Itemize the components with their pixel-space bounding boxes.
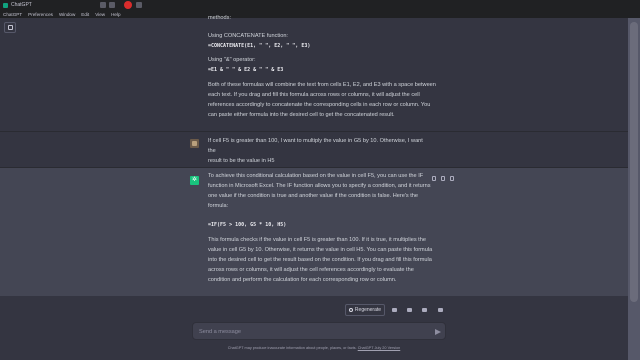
send-icon xyxy=(435,329,441,335)
message-line: can paste either formula into the desire… xyxy=(208,112,395,118)
code-formula: =CONCATENATE(E1, " ", E2, " ", E3) xyxy=(208,43,311,49)
message-line: Both of these formulas will combine the … xyxy=(208,82,436,88)
send-button[interactable] xyxy=(433,327,443,337)
sidebar-toggle-button[interactable] xyxy=(4,22,16,33)
message-composer xyxy=(192,322,446,340)
message-line: function in Microsoft Excel. The IF func… xyxy=(208,183,431,189)
thumbs-down-icon xyxy=(449,176,454,181)
menu-item-window[interactable]: Window xyxy=(59,12,75,17)
toolbar-icon[interactable] xyxy=(136,2,142,8)
regenerate-button[interactable]: Regenerate xyxy=(345,304,385,316)
chatgpt-logo-icon: ✲ xyxy=(190,176,199,185)
menu-item-view[interactable]: View xyxy=(95,12,105,17)
toolbar-icon[interactable] xyxy=(100,2,106,8)
regenerate-label: Regenerate xyxy=(354,307,382,313)
tool-button[interactable] xyxy=(420,305,429,314)
menu-bar: ChatGPT Preferences Window Edit View Hel… xyxy=(0,10,640,18)
thumbs-down-button[interactable] xyxy=(448,175,455,182)
message-line: Using "&" operator: xyxy=(208,57,256,63)
tool-button[interactable] xyxy=(390,305,399,314)
title-bar: ChatGPT xyxy=(0,0,640,10)
message-line: value in cell G5 by 10. Otherwise, it re… xyxy=(208,247,433,253)
message-line: condition and perform the calculation fo… xyxy=(208,277,397,283)
version-link[interactable]: ChatGPT July 20 Version xyxy=(358,346,401,350)
record-icon[interactable] xyxy=(124,1,132,9)
thumbs-up-icon xyxy=(440,176,445,181)
menu-item-edit[interactable]: Edit xyxy=(81,12,89,17)
tool-icon xyxy=(422,307,427,312)
tool-button[interactable] xyxy=(436,305,445,314)
chatgpt-app-icon xyxy=(3,2,8,8)
menu-item-preferences[interactable]: Preferences xyxy=(28,12,53,17)
menu-item-chatgpt[interactable]: ChatGPT xyxy=(3,12,22,17)
thumbs-up-button[interactable] xyxy=(439,175,446,182)
tool-button[interactable] xyxy=(405,305,414,314)
disclaimer-text: ChatGPT may produce inaccurate informati… xyxy=(227,346,357,350)
message-line: This formula checks if the value in cell… xyxy=(208,237,426,243)
message-line: one value if the condition is true and a… xyxy=(208,193,419,199)
avatar xyxy=(190,139,199,148)
disclaimer: ChatGPT may produce inaccurate informati… xyxy=(0,346,628,350)
tool-icon xyxy=(438,307,443,312)
code-formula: =IF(F5 > 100, G5 * 10, H5) xyxy=(208,222,287,228)
message-input[interactable] xyxy=(199,327,419,337)
code-formula: =E1 & " " & E2 & " " & E3 xyxy=(208,67,284,73)
tool-icon xyxy=(407,307,412,312)
sidebar-icon xyxy=(7,25,13,30)
message-line: To achieve this conditional calculation … xyxy=(208,173,424,179)
menu-item-help[interactable]: Help xyxy=(111,12,120,17)
message-actions xyxy=(428,175,455,182)
message-line: If cell F5 is greater than 100, I want t… xyxy=(208,138,423,154)
message-line: Using CONCATENATE function: xyxy=(208,33,288,39)
message-line: into the desired cell to get the result … xyxy=(208,257,432,263)
message-line: result to be the value in H5 xyxy=(208,157,275,164)
toolbar-icon[interactable] xyxy=(109,2,115,8)
scrollbar-thumb[interactable] xyxy=(630,22,638,302)
copy-icon xyxy=(431,176,436,181)
message-line: across rows or columns, it will adjust t… xyxy=(208,267,414,273)
message-line: formula: xyxy=(208,203,229,209)
window-title: ChatGPT xyxy=(11,2,32,8)
copy-button[interactable] xyxy=(430,175,437,182)
refresh-icon xyxy=(348,308,353,312)
tool-icon xyxy=(392,307,397,312)
user-message: If cell F5 is greater than 100, I want t… xyxy=(208,137,430,166)
message-line: references accordingly to concatenate th… xyxy=(208,102,431,108)
message-line: each text. If you drag and fill this for… xyxy=(208,92,420,98)
message-line: methods: xyxy=(208,15,232,21)
